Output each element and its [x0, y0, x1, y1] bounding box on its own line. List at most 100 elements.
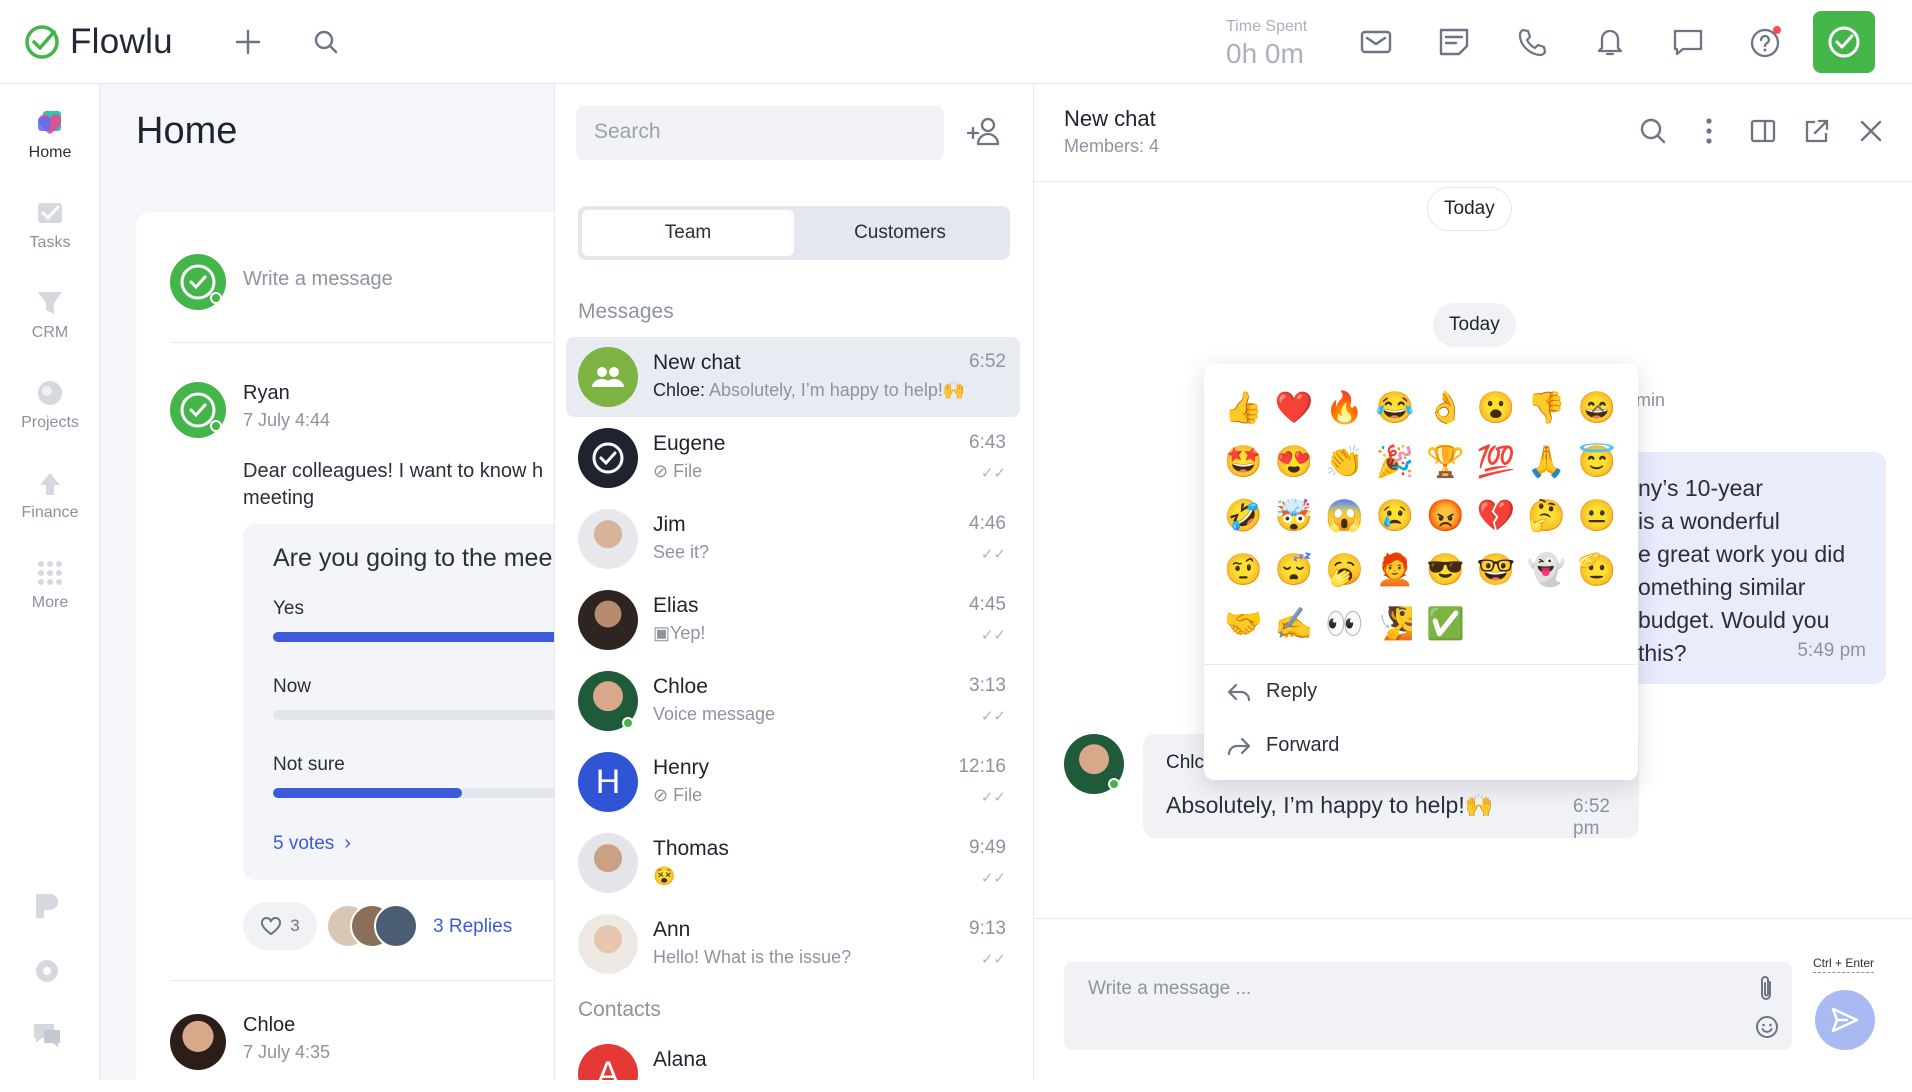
- feedback-chat-icon[interactable]: [30, 1018, 64, 1052]
- chat-row-thomas[interactable]: Thomas 9:49 😵 ✓✓: [566, 823, 1020, 903]
- search-icon[interactable]: [1638, 116, 1668, 146]
- emoji-reaction-26[interactable]: 🥱: [1319, 544, 1370, 595]
- emoji-reaction-12[interactable]: 🏆: [1420, 436, 1471, 487]
- emoji-reaction-20[interactable]: 😡: [1420, 490, 1471, 541]
- paperclip-icon[interactable]: [1754, 974, 1778, 1004]
- open-external-icon[interactable]: [1802, 116, 1832, 146]
- help-icon[interactable]: [1746, 22, 1786, 62]
- emoji-reaction-0[interactable]: 👍: [1218, 382, 1269, 433]
- emoji-reaction-6[interactable]: 👎: [1521, 382, 1572, 433]
- poll-option-yes[interactable]: Yes: [273, 598, 304, 620]
- conversation-title[interactable]: New chat: [1064, 106, 1156, 132]
- emoji-reaction-31[interactable]: 🫡: [1572, 544, 1623, 595]
- emoji-reaction-36[interactable]: ✅: [1420, 598, 1471, 649]
- forward-menu-item[interactable]: Forward: [1226, 734, 1339, 757]
- emoji-reaction-30[interactable]: 👻: [1521, 544, 1572, 595]
- message-sender: Chlc: [1166, 752, 1205, 773]
- side-panel-icon[interactable]: [1748, 116, 1778, 146]
- time-spent-value[interactable]: 0h 0m: [1226, 38, 1304, 70]
- task-check-button[interactable]: [1813, 11, 1875, 73]
- mail-icon[interactable]: [1356, 22, 1396, 62]
- emoji-reaction-22[interactable]: 🤔: [1521, 490, 1572, 541]
- emoji-reaction-11[interactable]: 🎉: [1370, 436, 1421, 487]
- emoji-reaction-17[interactable]: 🤯: [1269, 490, 1320, 541]
- ann-avatar: [578, 914, 638, 974]
- send-icon: [1831, 1007, 1859, 1033]
- rail-item-home[interactable]: Home: [0, 106, 100, 162]
- emoji-reaction-28[interactable]: 😎: [1420, 544, 1471, 595]
- rail-item-crm[interactable]: CRM: [0, 286, 100, 342]
- chat-row-ann[interactable]: Ann 9:13 Hello! What is the issue? ✓✓: [566, 904, 1020, 984]
- emoji-reaction-18[interactable]: 😱: [1319, 490, 1370, 541]
- settings-gear-icon[interactable]: [30, 954, 64, 988]
- emoji-reaction-5[interactable]: 😮: [1471, 382, 1522, 433]
- emoji-smile-icon[interactable]: [1754, 1014, 1780, 1040]
- like-button[interactable]: 3: [243, 902, 317, 950]
- emoji-reaction-8[interactable]: 🤩: [1218, 436, 1269, 487]
- emoji-reaction-32[interactable]: 🤝: [1218, 598, 1269, 649]
- send-button[interactable]: [1815, 990, 1875, 1050]
- reply-menu-item[interactable]: Reply: [1226, 680, 1317, 703]
- replies-link[interactable]: 3 Replies: [433, 916, 512, 938]
- emoji-reaction-3[interactable]: 😂: [1370, 382, 1421, 433]
- search-icon[interactable]: [306, 22, 346, 62]
- collapse-chevron-up-icon[interactable]: [1588, 398, 1608, 418]
- tab-customers[interactable]: Customers: [794, 210, 1006, 256]
- emoji-reaction-14[interactable]: 🙏: [1521, 436, 1572, 487]
- chat-search-input[interactable]: Search: [576, 106, 944, 160]
- notes-icon[interactable]: [1434, 22, 1474, 62]
- chat-row-chloe[interactable]: Chloe 3:13 Voice message ✓✓: [566, 661, 1020, 741]
- add-member-icon[interactable]: [966, 114, 1004, 150]
- emoji-reaction-19[interactable]: 😢: [1370, 490, 1421, 541]
- chat-row-new-chat[interactable]: New chat 6:52 Chloe: Absolutely, I’m hap…: [566, 337, 1020, 417]
- post-author[interactable]: Chloe: [243, 1014, 295, 1037]
- chat-row-eugene[interactable]: Eugene 6:43 ⊘ File ✓✓: [566, 418, 1020, 498]
- message-composer[interactable]: Write a message ...: [1064, 962, 1792, 1050]
- chat-bubble-icon[interactable]: [1668, 22, 1708, 62]
- shield-check-icon: [1828, 26, 1860, 58]
- tab-team[interactable]: Team: [582, 210, 794, 256]
- emoji-reaction-34[interactable]: 👀: [1319, 598, 1370, 649]
- chat-row-elias[interactable]: Elias 4:45 ▣Yep! ✓✓: [566, 580, 1020, 660]
- emoji-reaction-9[interactable]: 😍: [1269, 436, 1320, 487]
- logo[interactable]: Flowlu: [24, 22, 173, 62]
- emoji-reaction-10[interactable]: 👏: [1319, 436, 1370, 487]
- emoji-reaction-24[interactable]: 🤨: [1218, 544, 1269, 595]
- more-vertical-icon[interactable]: [1694, 116, 1724, 146]
- write-message-input[interactable]: Write a message: [243, 268, 393, 291]
- rail-item-more[interactable]: More: [0, 556, 100, 612]
- emoji-reaction-15[interactable]: 😇: [1572, 436, 1623, 487]
- rail-item-projects[interactable]: Projects: [0, 376, 100, 432]
- emoji-reaction-13[interactable]: 💯: [1471, 436, 1522, 487]
- emoji-reaction-21[interactable]: 💔: [1471, 490, 1522, 541]
- close-icon[interactable]: [1856, 116, 1886, 146]
- phone-icon[interactable]: [1512, 22, 1552, 62]
- emoji-reaction-27[interactable]: 🧑‍🦰: [1370, 544, 1421, 595]
- knowledge-base-icon[interactable]: [30, 888, 64, 922]
- emoji-reaction-29[interactable]: 🤓: [1471, 544, 1522, 595]
- read-check-icon: ✓✓: [980, 951, 1006, 968]
- emoji-reaction-33[interactable]: ✍️: [1269, 598, 1320, 649]
- emoji-reaction-16[interactable]: 🤣: [1218, 490, 1269, 541]
- rail-item-finance[interactable]: Finance: [0, 466, 100, 522]
- add-icon[interactable]: [228, 22, 268, 62]
- online-indicator: [1108, 778, 1120, 790]
- poll-option-now[interactable]: Now: [273, 676, 311, 698]
- chat-row-henry[interactable]: H Henry 12:16 ⊘ File ✓✓: [566, 742, 1020, 822]
- contact-row-alana[interactable]: A Alana: [566, 1034, 1020, 1080]
- poll-votes-link[interactable]: 5 votes ›: [273, 832, 351, 855]
- emoji-reaction-4[interactable]: 👌: [1420, 382, 1471, 433]
- chloe-avatar[interactable]: [170, 1014, 226, 1070]
- rail-item-tasks[interactable]: Tasks: [0, 196, 100, 252]
- emoji-reaction-2[interactable]: 🔥: [1319, 382, 1370, 433]
- chat-row-jim[interactable]: Jim 4:46 See it? ✓✓: [566, 499, 1020, 579]
- conversation-members[interactable]: Members: 4: [1064, 136, 1159, 157]
- bell-icon[interactable]: [1590, 22, 1630, 62]
- emoji-reaction-25[interactable]: 😴: [1269, 544, 1320, 595]
- emoji-reaction-1[interactable]: ❤️: [1269, 382, 1320, 433]
- post-author[interactable]: Ryan: [243, 382, 290, 405]
- poll-option-not-sure[interactable]: Not sure: [273, 754, 345, 776]
- emoji-reaction-23[interactable]: 😐: [1572, 490, 1623, 541]
- emoji-reaction-35[interactable]: 🧏: [1370, 598, 1421, 649]
- image-icon: ▣: [653, 623, 671, 643]
